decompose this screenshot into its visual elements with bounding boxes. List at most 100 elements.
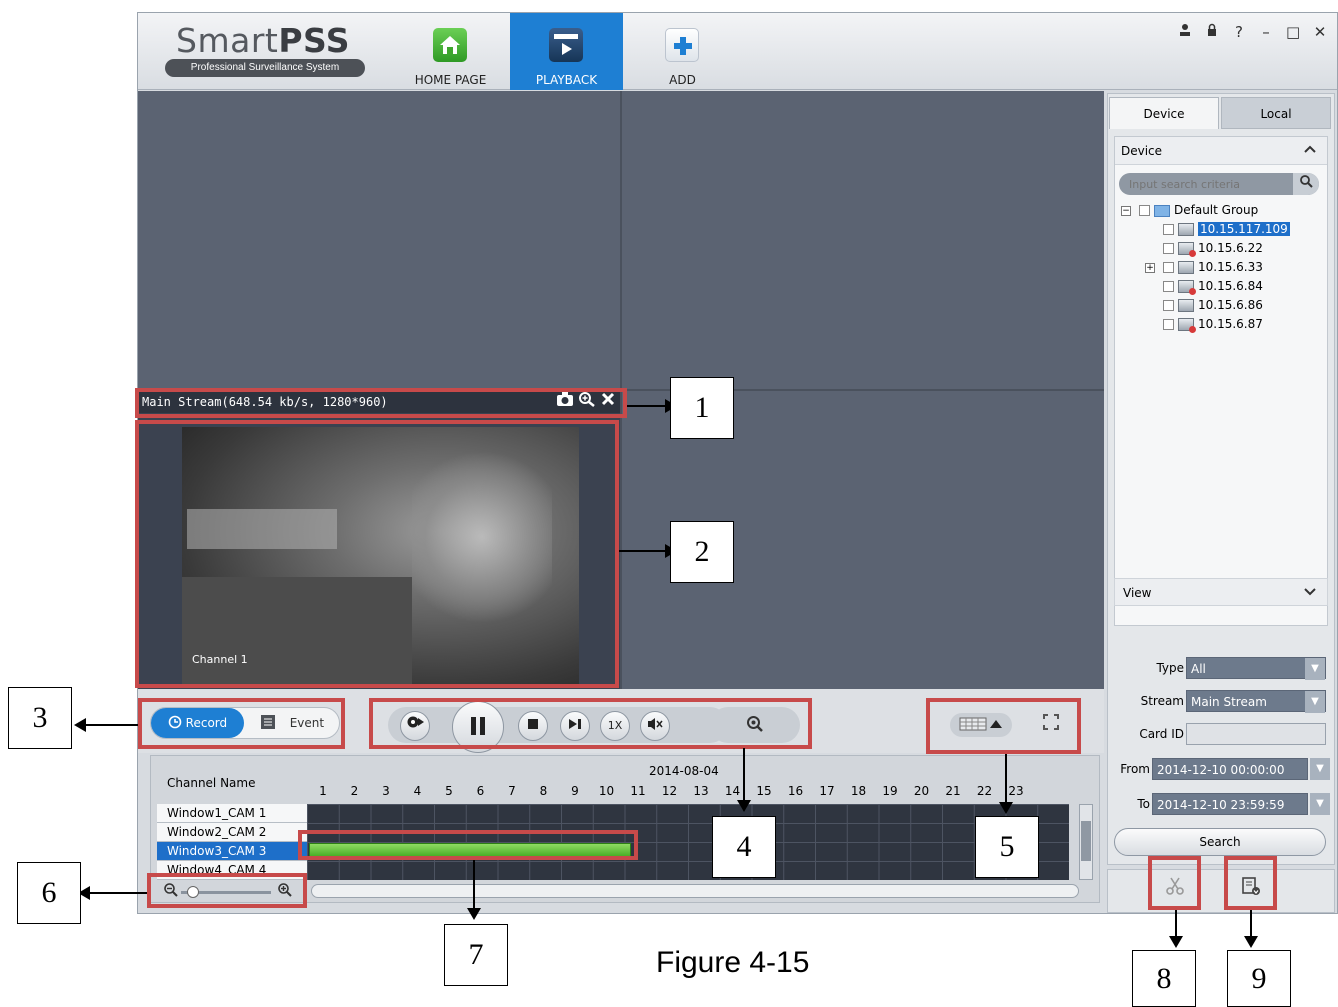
annotation-box-4 — [369, 698, 812, 749]
callout-1: 1 — [670, 377, 734, 439]
card-id-input[interactable] — [1186, 723, 1326, 745]
maximize-icon[interactable]: □ — [1286, 23, 1300, 41]
view-section-header[interactable]: View — [1114, 578, 1328, 606]
nav-add-label: ADD — [669, 73, 696, 87]
tree-device-node[interactable]: 10.15.6.22 — [1163, 239, 1263, 257]
timeline-horizontal-scrollbar[interactable] — [311, 884, 1079, 898]
hour-label: 16 — [787, 784, 804, 798]
title-bar: SmartPSS Professional Surveillance Syste… — [138, 13, 1337, 90]
view-header-label: View — [1123, 586, 1152, 600]
help-icon[interactable]: ? — [1232, 23, 1246, 41]
hour-label: 17 — [819, 784, 835, 798]
dropdown-arrow-icon[interactable]: ▼ — [1310, 758, 1330, 780]
arrowhead-5 — [999, 802, 1013, 814]
stream-row: Stream Main Stream ▼ — [1108, 690, 1334, 714]
type-label: Type — [1156, 661, 1184, 675]
to-value: 2014-12-10 23:59:59 — [1157, 798, 1285, 812]
device-search-input[interactable] — [1129, 175, 1289, 193]
device-checkbox[interactable] — [1163, 224, 1174, 235]
tree-device-node[interactable]: 10.15.117.109 — [1163, 220, 1290, 238]
device-section: Device − Default Group 10.15.117.109 — [1114, 136, 1328, 626]
arrow-5 — [1005, 754, 1007, 806]
callout-3: 3 — [8, 687, 72, 749]
right-panel: Device Local Device − Default Group — [1107, 93, 1335, 865]
hour-label: 11 — [630, 784, 646, 798]
hour-label: 3 — [382, 784, 390, 798]
tree-device-node[interactable]: 10.15.6.86 — [1163, 296, 1263, 314]
annotation-box-1 — [135, 388, 627, 418]
arrow-4 — [743, 748, 745, 804]
app-logo: SmartPSS — [176, 21, 350, 60]
to-datetime-select[interactable]: 2014-12-10 23:59:59 — [1152, 793, 1308, 815]
card-id-label: Card ID — [1139, 727, 1184, 741]
callout-5: 5 — [975, 816, 1039, 878]
type-select[interactable]: All ▼ — [1186, 657, 1326, 680]
annotation-box-5 — [926, 698, 1081, 754]
figure-caption: Figure 4-15 — [656, 946, 810, 979]
tree-device-node[interactable]: 10.15.6.87 — [1163, 315, 1263, 333]
hour-label: 14 — [724, 784, 741, 798]
stream-select[interactable]: Main Stream ▼ — [1186, 690, 1326, 713]
tree-group-node[interactable]: − Default Group — [1121, 201, 1258, 219]
hour-label: 15 — [756, 784, 772, 798]
device-online-icon — [1178, 261, 1194, 274]
from-value: 2014-12-10 00:00:00 — [1157, 763, 1285, 777]
tree-device-node[interactable]: 10.15.6.84 — [1163, 277, 1263, 295]
callout-8: 8 — [1132, 950, 1196, 1007]
device-online-icon — [1178, 223, 1194, 236]
hour-label: 7 — [508, 784, 516, 798]
from-datetime-select[interactable]: 2014-12-10 00:00:00 — [1152, 758, 1308, 780]
nav-playback[interactable]: PLAYBACK — [510, 13, 623, 90]
device-checkbox[interactable] — [1163, 300, 1174, 311]
device-label: 10.15.6.87 — [1198, 317, 1263, 331]
search-button[interactable]: Search — [1114, 828, 1326, 856]
hour-label: 13 — [693, 784, 709, 798]
channel-name-header: Channel Name — [167, 776, 256, 790]
annotation-box-8 — [1148, 856, 1201, 910]
tab-device[interactable]: Device — [1109, 97, 1219, 129]
hour-label: 23 — [1008, 784, 1024, 798]
arrow-6 — [88, 892, 147, 894]
video-window-2[interactable] — [622, 91, 1104, 389]
nav-home-page[interactable]: HOME PAGE — [394, 13, 507, 90]
device-offline-icon — [1178, 318, 1196, 333]
from-row: From 2014-12-10 00:00:00 ▼ — [1108, 758, 1334, 782]
close-icon[interactable]: ✕ — [1313, 23, 1327, 41]
video-window-1[interactable] — [138, 91, 620, 389]
type-value: All — [1191, 662, 1206, 676]
device-label: 10.15.6.22 — [1198, 241, 1263, 255]
tab-local[interactable]: Local — [1221, 97, 1331, 129]
callout-6: 6 — [17, 862, 81, 924]
device-label: 10.15.6.86 — [1198, 298, 1263, 312]
nav-playback-label: PLAYBACK — [535, 73, 598, 87]
minimize-icon[interactable]: – — [1259, 23, 1273, 41]
channel-row[interactable]: Window1_CAM 1 — [157, 804, 307, 823]
hour-label: 12 — [661, 784, 678, 798]
device-checkbox[interactable] — [1163, 243, 1174, 254]
annotation-box-9 — [1224, 856, 1277, 910]
timeline-date: 2014-08-04 — [649, 764, 719, 778]
device-section-header[interactable]: Device — [1115, 137, 1327, 165]
group-checkbox[interactable] — [1139, 205, 1150, 216]
dropdown-arrow-icon[interactable]: ▼ — [1310, 793, 1330, 815]
device-checkbox[interactable] — [1163, 262, 1174, 273]
annotation-box-2 — [135, 420, 619, 688]
user-icon[interactable] — [1178, 23, 1192, 41]
callout-4: 4 — [712, 816, 776, 878]
device-checkbox[interactable] — [1163, 281, 1174, 292]
collapse-icon[interactable]: − — [1121, 205, 1131, 216]
scroll-thumb[interactable] — [1081, 821, 1091, 861]
tree-device-node[interactable]: +10.15.6.33 — [1145, 258, 1263, 276]
nav-add[interactable]: ADD — [626, 13, 739, 90]
hour-label: 8 — [539, 784, 548, 798]
channel-row[interactable]: Window2_CAM 2 — [157, 823, 307, 842]
channel-row[interactable]: Window3_CAM 3 — [157, 842, 307, 861]
lock-icon[interactable] — [1205, 23, 1219, 41]
device-offline-icon — [1178, 242, 1196, 257]
timeline-vertical-scrollbar[interactable] — [1079, 804, 1093, 880]
device-checkbox[interactable] — [1163, 319, 1174, 330]
expand-icon[interactable]: + — [1145, 262, 1155, 273]
dropdown-arrow-icon: ▼ — [1305, 658, 1325, 680]
search-icon[interactable] — [1293, 173, 1319, 195]
hour-label: 20 — [913, 784, 930, 798]
